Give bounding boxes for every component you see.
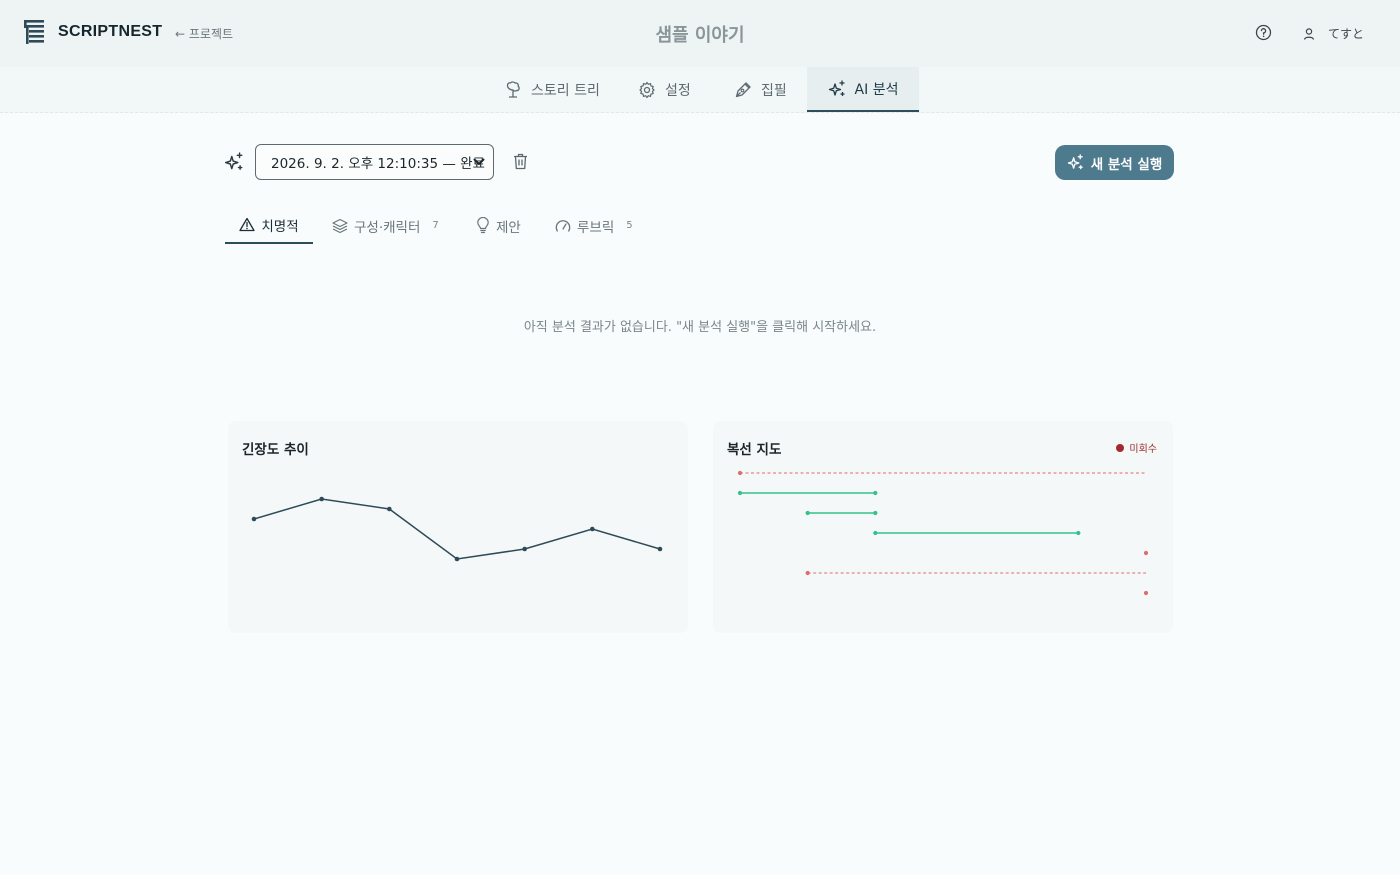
sparkle-icon <box>224 152 243 170</box>
subtab-suggestion-label: 제안 <box>496 219 521 236</box>
empty-state-message: 아직 분석 결과가 없습니다. "새 분석 실행"을 클릭해 시작하세요. <box>523 320 877 335</box>
subtab-structure-character-count: 7 <box>432 220 439 231</box>
run-new-analysis-button[interactable]: 새 분석 실행 <box>1055 145 1174 180</box>
user-menu[interactable]: てすと <box>1302 25 1364 42</box>
gauge-icon <box>555 219 571 232</box>
subtab-suggestion[interactable]: 제안 <box>476 207 521 244</box>
subtab-structure-character[interactable]: 구성·캐릭터 7 <box>332 207 439 244</box>
analysis-run-select[interactable]: 2026. 9. 2. 오후 12:10:35 — 완료 <box>255 144 494 180</box>
subtab-critical-label: 치명적 <box>261 218 299 235</box>
main-tab-bar: 스토리 트리 설정 집필 AI 분석 <box>0 67 1400 113</box>
tab-writing-label: 집필 <box>761 82 787 99</box>
layers-icon <box>332 218 348 233</box>
foreshadow-thread-start-3 <box>805 510 810 516</box>
foreshadow-thread-end-4 <box>1076 530 1081 536</box>
foreshadow-thread-start-4 <box>873 530 878 536</box>
run-new-analysis-label: 새 분석 실행 <box>1090 156 1163 173</box>
foreshadow-thread-start-2 <box>737 490 743 496</box>
tension-line-chart <box>251 496 663 562</box>
pen-icon <box>735 81 751 97</box>
subtab-rubric-label: 루브릭 <box>577 219 615 236</box>
tension-point-4 <box>454 556 460 562</box>
tab-ai-analysis[interactable]: AI 분석 <box>807 67 919 112</box>
tension-series-line <box>253 498 661 560</box>
tension-point-7 <box>657 546 663 552</box>
warning-icon <box>239 217 256 232</box>
foreshadow-map-card: 복선 지도 미회수 <box>713 421 1173 633</box>
user-name: てすと <box>1328 27 1365 41</box>
foreshadow-timeline-chart <box>737 470 1149 596</box>
lightbulb-icon <box>477 217 489 234</box>
help-circle-icon[interactable] <box>1255 24 1272 41</box>
subtab-rubric-count: 5 <box>626 220 633 231</box>
foreshadow-thread-start-1 <box>737 470 743 476</box>
tab-ai-analysis-label: AI 분석 <box>854 81 899 98</box>
tab-settings-label: 설정 <box>665 82 691 99</box>
foreshadow-thread-end-3 <box>873 510 878 516</box>
analysis-run-selected-value: 2026. 9. 2. 오후 12:10:35 — 완료 <box>271 156 485 172</box>
subtab-rubric[interactable]: 루브릭 5 <box>555 207 633 244</box>
sparkle-icon <box>828 79 845 96</box>
tension-point-1 <box>251 516 257 522</box>
gear-icon <box>639 81 655 98</box>
subtab-structure-character-label: 구성·캐릭터 <box>354 219 421 236</box>
chevron-down-icon <box>473 158 485 165</box>
foreshadow-thread-start-7 <box>1143 590 1149 596</box>
user-icon <box>1303 27 1315 40</box>
tab-story-tree-label: 스토리 트리 <box>531 82 600 99</box>
tab-settings[interactable]: 설정 <box>638 67 691 112</box>
tension-point-2 <box>319 496 324 502</box>
subtab-critical[interactable]: 치명적 <box>225 207 313 244</box>
tree-icon <box>506 80 520 98</box>
tab-writing[interactable]: 집필 <box>734 67 787 112</box>
foreshadow-thread-start-6 <box>805 570 810 576</box>
tension-point-5 <box>522 546 527 552</box>
tension-point-6 <box>590 526 595 532</box>
trash-icon[interactable] <box>513 153 528 170</box>
tension-chart-card: 긴장도 추이 <box>228 421 688 633</box>
foreshadow-thread-end-2 <box>873 490 878 496</box>
project-title: 샘플 이야기 <box>655 25 745 46</box>
tab-story-tree[interactable]: 스토리 트리 <box>504 67 600 112</box>
app-header: SCRIPTNEST ← 프로젝트 샘플 이야기 てすと <box>0 0 1400 67</box>
foreshadow-thread-start-5 <box>1143 550 1149 556</box>
sparkle-icon <box>1067 154 1083 170</box>
tension-point-3 <box>387 506 392 512</box>
